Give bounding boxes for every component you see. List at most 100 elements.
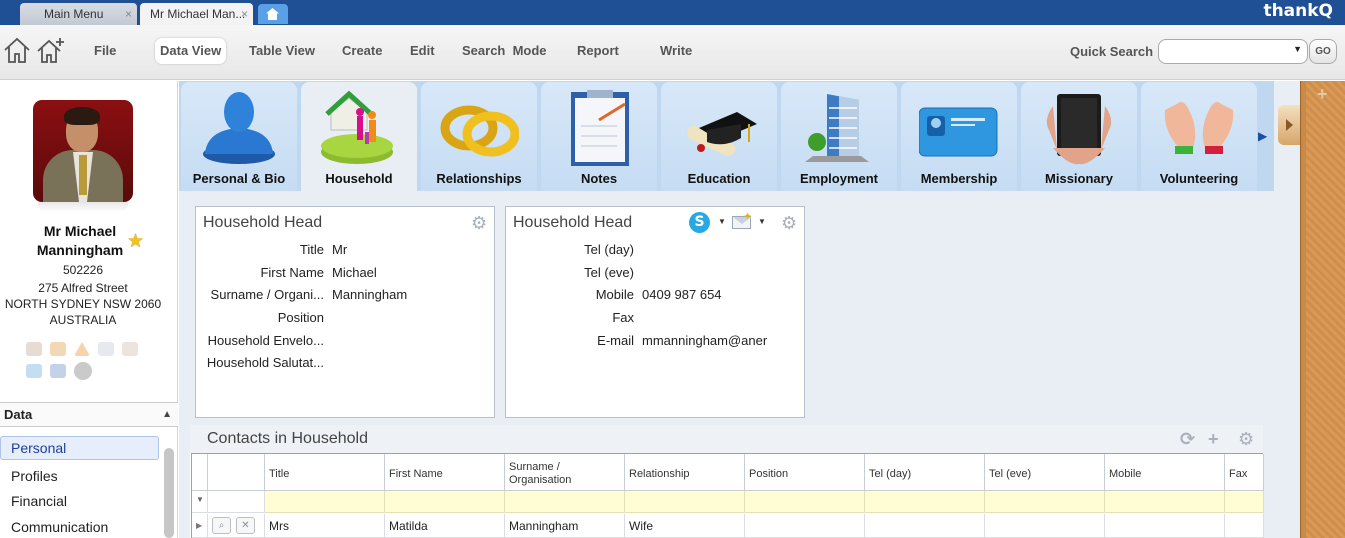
field-value[interactable]: Mr — [332, 242, 492, 257]
refresh-icon[interactable]: ⟳ — [1180, 429, 1195, 450]
quick-search-select[interactable]: ▼ — [1158, 39, 1308, 64]
menu-report[interactable]: Report — [572, 38, 624, 64]
field-value[interactable]: 0409 987 654 — [642, 287, 802, 302]
filter-cell[interactable] — [1105, 491, 1225, 513]
table-cell[interactable] — [985, 514, 1105, 538]
email-icon[interactable]: ✦ — [732, 211, 752, 229]
tab-missionary[interactable]: Missionary — [1021, 82, 1137, 191]
home-tab-button[interactable] — [258, 4, 288, 24]
filter-cell — [208, 491, 265, 513]
filter-cell[interactable] — [385, 491, 505, 513]
contact-photo[interactable] — [33, 100, 133, 202]
filter-cell[interactable] — [625, 491, 745, 513]
tab-volunteering[interactable]: Volunteering — [1141, 82, 1257, 191]
menu-data-view[interactable]: Data View — [155, 38, 227, 64]
table-cell[interactable] — [1225, 514, 1264, 538]
data-section-header[interactable]: Data ▲ — [0, 402, 178, 427]
contacts-in-household-panel: Contacts in Household ⟳ + ⚙ Title First … — [190, 425, 1264, 538]
filter-cell[interactable] — [1225, 491, 1264, 513]
tab-label: Membership — [920, 171, 998, 186]
table-cell[interactable]: Wife — [625, 514, 745, 538]
row-expand-icon[interactable]: ▶ — [192, 514, 208, 538]
column-header[interactable]: Position — [745, 454, 865, 491]
menu-edit[interactable]: Edit — [405, 38, 440, 64]
add-home-icon[interactable] — [36, 36, 66, 64]
field-tel-eve: Tel (eve) — [506, 265, 804, 285]
main-toolbar: File Data View Table View Create Edit Se… — [0, 25, 1345, 80]
status-icon — [98, 342, 114, 356]
menu-file[interactable]: File — [89, 38, 121, 64]
field-label: Mobile — [595, 287, 634, 302]
cork-edge — [1300, 81, 1306, 538]
ribbon-scroll-right-icon[interactable]: ▶ — [1258, 129, 1267, 143]
side-panel-toggle[interactable] — [1278, 105, 1300, 145]
gear-icon[interactable]: ⚙ — [781, 214, 799, 232]
go-button[interactable]: GO — [1309, 39, 1337, 64]
close-icon[interactable]: × — [125, 3, 132, 25]
tab-notes[interactable]: Notes — [541, 82, 657, 191]
tab-contact-record[interactable]: Mr Michael Man... × — [140, 3, 253, 25]
close-icon[interactable]: ✕ — [236, 517, 255, 534]
gear-icon[interactable]: ⚙ — [471, 214, 489, 232]
column-header[interactable]: Fax — [1225, 454, 1264, 491]
field-label: Tel (eve) — [584, 265, 634, 280]
sidebar-scrollbar[interactable] — [164, 448, 174, 538]
table-cell[interactable]: Manningham — [505, 514, 625, 538]
status-icon — [50, 342, 66, 356]
filter-cell[interactable] — [265, 491, 385, 513]
data-item-financial[interactable]: Financial — [0, 489, 159, 513]
filter-cell[interactable] — [745, 491, 865, 513]
column-header[interactable]: Title — [265, 454, 385, 491]
data-item-communication[interactable]: Communication — [0, 515, 159, 538]
column-header[interactable]: First Name — [385, 454, 505, 491]
tab-membership[interactable]: Membership — [901, 82, 1017, 191]
add-note-icon[interactable]: + — [1317, 84, 1328, 105]
field-value[interactable]: mmanningham@aner — [642, 333, 773, 348]
dropdown-arrow-icon[interactable]: ▼ — [758, 217, 766, 226]
dropdown-arrow-icon[interactable]: ▼ — [718, 217, 726, 226]
data-item-profiles[interactable]: Profiles — [0, 464, 159, 488]
filter-cell[interactable] — [985, 491, 1105, 513]
chevron-up-icon[interactable]: ▲ — [162, 403, 172, 427]
table-cell[interactable] — [745, 514, 865, 538]
tab-household[interactable]: Household — [301, 82, 417, 191]
home-icon — [266, 8, 279, 20]
row-actions: ⌕ ✕ — [208, 514, 265, 538]
menu-write[interactable]: Write — [655, 38, 697, 64]
tab-employment[interactable]: Employment — [781, 82, 897, 191]
tab-relationships[interactable]: Relationships — [421, 82, 537, 191]
filter-icon[interactable]: ▼ — [192, 491, 208, 513]
menu-create[interactable]: Create — [337, 38, 387, 64]
table-cell[interactable] — [1105, 514, 1225, 538]
add-icon[interactable]: + — [1208, 429, 1219, 450]
home-icon[interactable] — [2, 36, 32, 64]
tab-label: Missionary — [1045, 171, 1113, 186]
column-header[interactable]: Relationship — [625, 454, 745, 491]
column-header[interactable]: Tel (eve) — [985, 454, 1105, 491]
tab-label: Notes — [580, 171, 618, 186]
menu-search-mode[interactable]: Search Mode — [457, 38, 552, 64]
skype-icon[interactable]: S — [689, 212, 710, 233]
gear-icon[interactable]: ⚙ — [1238, 429, 1254, 450]
table-cell[interactable]: Mrs — [265, 514, 385, 538]
tab-personal-bio[interactable]: Personal & Bio — [181, 82, 297, 191]
favourite-star-icon[interactable]: ★ — [127, 230, 144, 253]
data-item-personal[interactable]: Personal — [0, 436, 159, 460]
menu-table-view[interactable]: Table View — [244, 38, 320, 64]
field-title: Title Mr — [196, 242, 494, 262]
filter-cell[interactable] — [505, 491, 625, 513]
tab-main-menu[interactable]: Main Menu × — [20, 3, 137, 25]
close-icon[interactable]: × — [241, 3, 248, 25]
search-icon[interactable]: ⌕ — [212, 517, 231, 534]
table-cell[interactable]: Matilda — [385, 514, 505, 538]
table-cell[interactable] — [865, 514, 985, 538]
tab-education[interactable]: Education — [661, 82, 777, 191]
column-header[interactable]: Mobile — [1105, 454, 1225, 491]
field-value[interactable]: Michael — [332, 265, 492, 280]
field-value[interactable]: Manningham — [332, 287, 492, 302]
column-header[interactable]: Tel (day) — [865, 454, 985, 491]
family-house-icon — [321, 90, 393, 164]
filter-cell[interactable] — [865, 491, 985, 513]
field-label: Surname / Organi... — [210, 287, 324, 302]
column-header[interactable]: Surname / Organisation — [505, 454, 625, 491]
